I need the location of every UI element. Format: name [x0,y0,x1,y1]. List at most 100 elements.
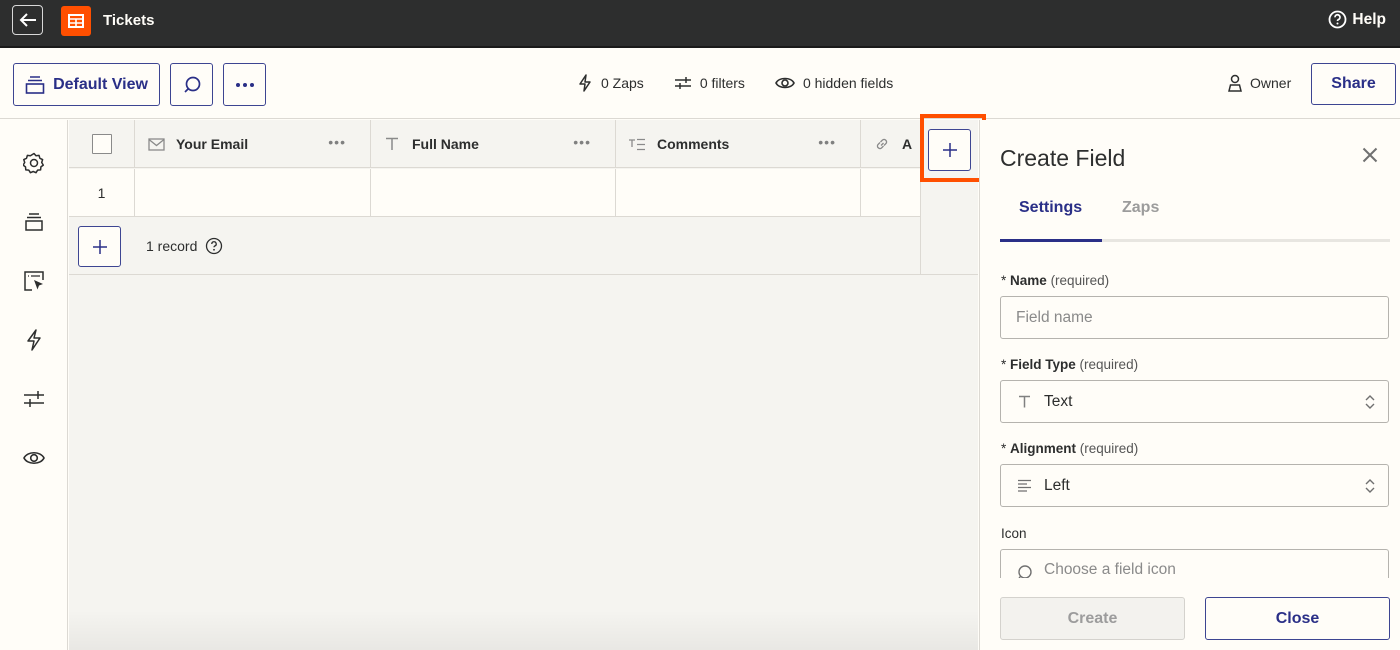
chevron-up-down-icon [1365,395,1375,409]
column-header[interactable]: A [861,120,920,167]
table-cell[interactable] [861,169,920,216]
table-stats: 0 Zaps 0 filters 0 hidden fields [577,74,923,92]
field-name-placeholder: Field name [1016,308,1093,326]
field-name-input[interactable]: Field name [1000,296,1389,339]
alignment-label: * Alignment (required) [1001,441,1139,456]
field-type-label-text: Field Type [1010,357,1076,372]
close-panel-button[interactable] [1360,145,1380,165]
rail-views-button[interactable] [21,209,47,235]
rail-interfaces-button[interactable] [21,268,47,294]
mail-icon [147,136,165,152]
search-icon [183,76,200,93]
rail-zaps-button[interactable] [21,327,47,353]
more-horizontal-icon [235,82,254,87]
record-count: 1 record [146,237,223,255]
filter-icon [674,77,691,89]
top-bar: Tickets Help [0,0,1400,48]
field-icon-placeholder: Choose a field icon [1044,561,1176,578]
arrow-left-icon [19,13,36,27]
alignment-value: Left [1044,476,1070,494]
active-tab-indicator [1000,239,1102,242]
zaps-stat[interactable]: 0 Zaps [577,74,644,92]
required-note: (required) [1079,441,1139,456]
alignment-select[interactable]: Left [1000,464,1389,507]
required-note: (required) [1050,273,1110,288]
eye-icon [775,77,795,89]
help-label: Help [1352,10,1386,28]
table-icon [68,14,84,28]
select-all-cell [69,120,135,167]
name-label: Name [1010,273,1047,288]
share-button[interactable]: Share [1311,63,1396,105]
row-index: 1 [69,169,135,216]
app-title: Tickets [103,12,155,29]
tab-settings[interactable]: Settings [1019,199,1082,217]
gear-icon [23,152,45,174]
lightning-icon [579,74,591,92]
default-view-label: Default View [53,75,148,93]
column-header[interactable]: Your Email ••• [135,120,371,167]
add-field-button[interactable] [928,129,971,171]
toolbar: Default View 0 Zaps 0 filters 0 hidden f… [0,50,1400,119]
eye-icon [23,451,45,465]
panel-footer: Create Close [980,578,1400,650]
table-row[interactable]: 1 [69,169,920,217]
column-label: Your Email [176,136,249,152]
field-type-select[interactable]: Text [1000,380,1389,423]
table-cell[interactable] [616,169,861,216]
owner-label: Owner [1250,75,1292,91]
select-all-checkbox[interactable] [91,133,112,154]
create-field-panel: Create Field Settings Zaps * Name (requi… [979,120,1400,650]
help-circle-icon[interactable] [205,237,223,255]
back-button[interactable] [12,5,43,35]
search-icon [1016,564,1032,579]
interface-icon [24,271,44,291]
tab-zaps[interactable]: Zaps [1122,199,1159,217]
search-button[interactable] [170,63,213,106]
column-menu-button[interactable]: ••• [328,134,346,150]
alignment-label-text: Alignment [1010,441,1077,456]
hidden-fields-count: 0 hidden fields [802,75,894,91]
column-menu-button[interactable]: ••• [573,134,591,150]
add-record-button[interactable] [78,226,121,267]
table-cell[interactable] [371,169,616,216]
panel-title: Create Field [1000,145,1126,171]
chevron-up-down-icon [1365,479,1375,493]
column-label: A [902,136,913,152]
column-menu-button[interactable]: ••• [818,134,836,150]
grid-bottom-shadow [69,610,978,650]
help-circle-icon [1329,10,1347,29]
more-options-button[interactable] [223,63,266,106]
default-view-button[interactable]: Default View [13,63,160,106]
hidden-fields-stat[interactable]: 0 hidden fields [775,75,893,91]
field-icon-picker[interactable]: Choose a field icon [1000,549,1389,579]
rail-filters-button[interactable] [21,386,47,412]
icon-label: Icon [1001,526,1027,541]
field-type-label: * Field Type (required) [1001,357,1139,372]
add-field-column [920,120,978,275]
column-label: Full Name [412,136,479,152]
rail-settings-button[interactable] [21,150,47,176]
table-grid: Your Email ••• Full Name ••• Comments ••… [69,120,978,650]
plus-icon [92,239,107,254]
column-header[interactable]: Full Name ••• [371,120,616,167]
zaps-count: 0 Zaps [601,75,644,91]
table-header-row: Your Email ••• Full Name ••• Comments ••… [69,120,920,168]
long-text-icon [628,136,646,152]
column-header[interactable]: Comments ••• [616,120,861,167]
views-icon [25,213,43,231]
close-icon [1362,147,1378,163]
rail-hidden-fields-button[interactable] [21,445,47,471]
icon-field-label: Icon [1001,526,1027,541]
link-icon [873,136,891,152]
user-icon [1228,74,1242,92]
create-button[interactable]: Create [1000,597,1185,640]
name-field-label: * Name (required) [1001,273,1110,288]
help-button[interactable]: Help [1328,10,1386,29]
panel-tabs: Settings Zaps [1000,196,1390,242]
views-icon [25,75,45,94]
filters-stat[interactable]: 0 filters [674,75,745,91]
close-button[interactable]: Close [1205,597,1390,640]
table-cell[interactable] [135,169,371,216]
column-label: Comments [657,136,730,152]
